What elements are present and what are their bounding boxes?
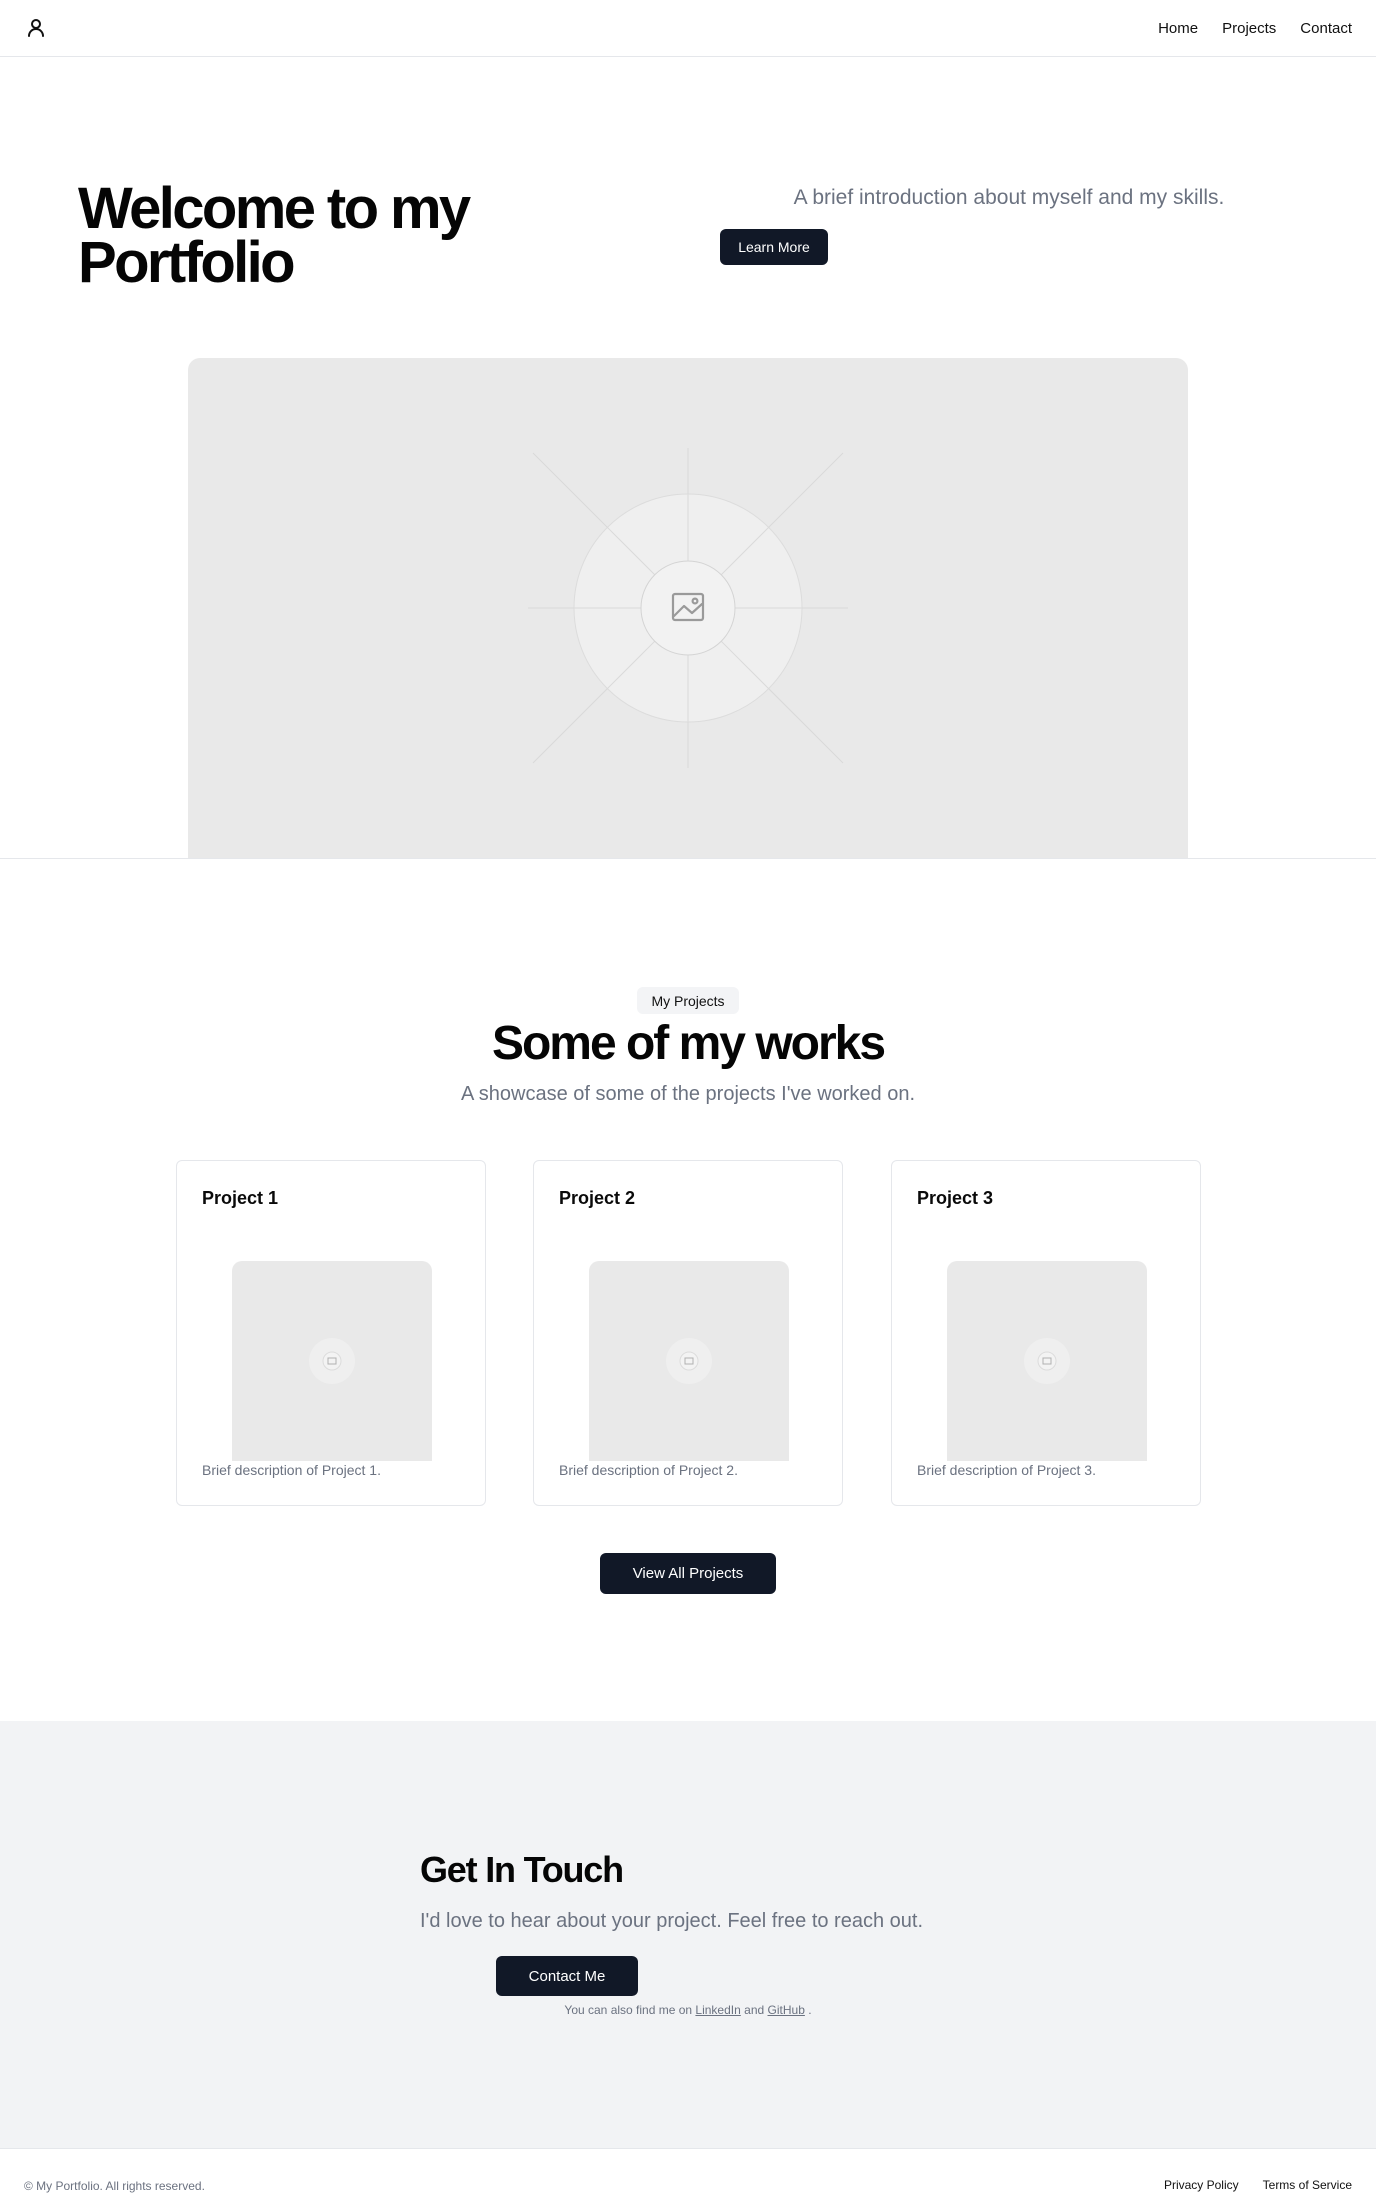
nav-projects-link[interactable]: Projects [1222, 20, 1276, 37]
copyright-text: © My Portfolio. All rights reserved. [24, 2179, 205, 2193]
nav-home-link[interactable]: Home [1158, 20, 1198, 37]
project-card-description: Brief description of Project 2. [559, 1462, 738, 1478]
contact-title: Get In Touch [420, 1849, 624, 1890]
section-badge: My Projects [637, 987, 739, 1014]
github-link[interactable]: GitHub [768, 2003, 805, 2017]
project-image-placeholder [947, 1261, 1147, 1461]
contact-note: You can also find me on LinkedIn and Git… [0, 2003, 1376, 2017]
hero-title: Welcome to my Portfolio [78, 180, 598, 292]
user-icon[interactable] [24, 16, 48, 40]
learn-more-button[interactable]: Learn More [720, 229, 828, 265]
contact-subtitle: I'd love to hear about your project. Fee… [420, 1910, 923, 1932]
project-image-placeholder [589, 1261, 789, 1461]
project-card-title: Project 1 [202, 1188, 279, 1208]
project-card-title: Project 3 [917, 1188, 994, 1208]
image-placeholder-icon [528, 448, 848, 768]
image-placeholder-icon [309, 1338, 355, 1384]
project-card-1[interactable]: Project 1 Brief description of Project 1… [176, 1160, 486, 1506]
project-image-placeholder [232, 1261, 432, 1461]
contact-note-suffix: . [808, 2003, 812, 2017]
footer-links: Privacy Policy Terms of Service [1164, 2178, 1352, 2192]
hero-image-placeholder [188, 358, 1188, 859]
contact-note-and: and [744, 2003, 765, 2017]
project-card-title: Project 2 [559, 1188, 636, 1208]
project-card-2[interactable]: Project 2 Brief description of Project 2… [533, 1160, 843, 1506]
site-header: Home Projects Contact [0, 0, 1376, 57]
hero-divider [0, 858, 1376, 859]
contact-me-button[interactable]: Contact Me [496, 1956, 638, 1996]
hero-title-line-2: Portfolio [78, 230, 296, 295]
project-card-3[interactable]: Project 3 Brief description of Project 3… [891, 1160, 1201, 1506]
project-card-description: Brief description of Project 3. [917, 1462, 1096, 1478]
contact-section: Get In Touch I'd love to hear about your… [0, 1721, 1376, 2148]
nav-contact-link[interactable]: Contact [1300, 20, 1352, 37]
image-placeholder-icon [1024, 1338, 1070, 1384]
projects-subtitle: A showcase of some of the projects I've … [460, 1083, 916, 1105]
privacy-policy-link[interactable]: Privacy Policy [1164, 2178, 1239, 2192]
project-card-description: Brief description of Project 1. [202, 1462, 381, 1478]
image-placeholder-icon [666, 1338, 712, 1384]
linkedin-link[interactable]: LinkedIn [695, 2003, 740, 2017]
terms-of-service-link[interactable]: Terms of Service [1263, 2178, 1352, 2192]
view-all-projects-button[interactable]: View All Projects [600, 1553, 776, 1594]
site-footer: © My Portfolio. All rights reserved. Pri… [0, 2148, 1376, 2212]
contact-note-prefix: You can also find me on [564, 2003, 693, 2017]
hero-intro: A brief introduction about myself and my… [793, 186, 1225, 209]
projects-title: Some of my works [491, 1017, 886, 1070]
main-nav: Home Projects Contact [1158, 0, 1352, 56]
